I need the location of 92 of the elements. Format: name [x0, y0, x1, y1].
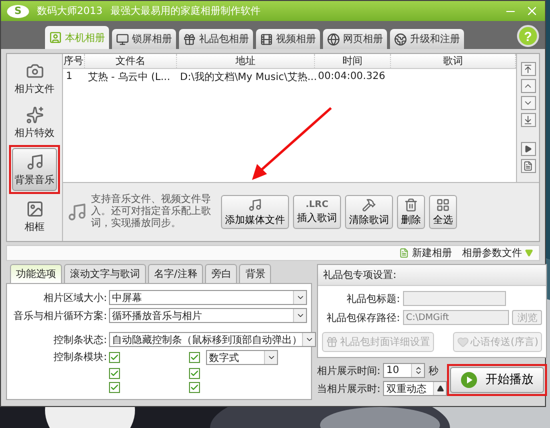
caret-icon: [266, 353, 276, 362]
unit-label: 秒: [428, 364, 438, 378]
caret-icon: [304, 335, 314, 344]
sidebar-item[interactable]: 相片文件: [9, 57, 60, 100]
field-label: 当相片展示时:: [317, 382, 380, 396]
tab[interactable]: 礼品包相册: [179, 29, 253, 49]
grid-icon: [436, 198, 450, 212]
field-label: 音乐与相片循环方案:: [12, 310, 107, 322]
field-label: 相片展示时间:: [317, 364, 380, 378]
tab[interactable]: 锁屏相册: [112, 29, 176, 49]
sidebar-item[interactable]: 相片特效: [9, 101, 60, 144]
trash-icon: [404, 198, 418, 212]
tab[interactable]: 网页相册: [323, 29, 387, 49]
checkbox[interactable]: [189, 368, 200, 379]
column-header: 地址: [177, 54, 315, 68]
move-bottom-button[interactable]: [520, 113, 536, 127]
field-label: 相片区域大小:: [42, 292, 107, 304]
sparkles-icon: [26, 106, 44, 124]
field-label: 礼品包保存路径:: [326, 312, 400, 324]
start-button[interactable]: 开始播放: [450, 366, 544, 392]
toolbar-button[interactable]: 清除歌词: [345, 195, 393, 229]
arrow-down-bar-icon: [523, 115, 533, 125]
gift-icon: [183, 32, 196, 46]
caret-icon: [525, 249, 533, 257]
document-icon: [523, 161, 533, 171]
play-button[interactable]: [520, 142, 536, 156]
table-cell-text: 1: [65, 71, 74, 82]
landscape-icon: [26, 200, 44, 218]
move-top-button[interactable]: [520, 62, 536, 76]
music-note-icon: [248, 198, 262, 212]
table-cell-text: 00:04:00.326: [317, 71, 386, 82]
sidebar-item[interactable]: 背景音乐: [12, 148, 57, 191]
column-header: 文件名: [85, 54, 177, 68]
camera-icon: [26, 62, 44, 80]
play-icon: [524, 145, 532, 153]
document-button[interactable]: [520, 159, 536, 173]
window-title: 数码大师2013: [37, 4, 102, 18]
sidebar-item[interactable]: 相框: [9, 195, 60, 238]
checkbox[interactable]: [109, 368, 120, 379]
person-icon: [49, 31, 62, 44]
document-icon: [399, 248, 409, 258]
field-label: 控制条模块:: [52, 350, 107, 364]
checkbox[interactable]: [109, 382, 120, 393]
table-cell-text: 艾热 - 乌云中 (L...: [87, 70, 172, 84]
hint-text: 支持音乐文件、视频文件导入。还可对指定音乐配上歌词，实现播放同步。: [91, 194, 212, 230]
music-note-icon: [26, 153, 44, 171]
tab[interactable]: 升级和注册: [390, 29, 464, 49]
caret-icon: [436, 385, 444, 392]
option-tab[interactable]: 功能选项: [10, 264, 62, 283]
monitor-icon: [116, 32, 129, 46]
dropdown[interactable]: 双重动态: [383, 381, 448, 396]
move-down-button[interactable]: [520, 96, 536, 110]
hammer-icon: [362, 198, 376, 212]
option-tab[interactable]: 滚动文字与歌词: [64, 264, 146, 283]
dropdown[interactable]: 中屏幕: [109, 290, 307, 305]
toolbar-button[interactable]: 删除: [397, 195, 425, 229]
tab[interactable]: 视频相册: [256, 29, 320, 49]
column-header: 序号: [63, 54, 85, 68]
new-album-button[interactable]: 新建相册: [399, 246, 452, 260]
arrow-up-bar-icon: [523, 64, 533, 74]
checkbox[interactable]: [109, 352, 120, 363]
window-subtitle: 最强大最易用的家庭相册制作软件: [110, 4, 260, 18]
earth-icon: [394, 32, 407, 46]
dropdown[interactable]: 数字式: [206, 350, 278, 365]
number-spinner[interactable]: 10: [383, 363, 426, 378]
dropdown[interactable]: 循环播放音乐与相片: [109, 308, 307, 323]
music-note-icon: [67, 202, 87, 222]
play-icon: [461, 372, 478, 388]
film-icon: [260, 32, 273, 46]
column-header: 歌词: [391, 54, 516, 68]
dropdown[interactable]: 自动隐藏控制条（鼠标移到顶部自动弹出）: [109, 332, 316, 347]
move-up-button[interactable]: [520, 79, 536, 93]
column-header: 时间: [315, 54, 391, 68]
toolbar-button[interactable]: 添加媒体文件: [221, 195, 289, 229]
toolbar-button[interactable]: .LRC 插入歌词: [293, 195, 341, 229]
field-label: 控制条状态:: [52, 334, 107, 346]
option-tab[interactable]: 旁白: [205, 264, 238, 283]
panel-title: 礼品包专项设置:: [318, 265, 546, 286]
close-icon[interactable]: [525, 4, 539, 18]
table-cell-text: D:\我的文档\My Music\艾热...: [179, 70, 315, 84]
field-label: 礼品包标题:: [346, 292, 400, 306]
heart-icon: [456, 336, 469, 348]
option-tab[interactable]: 背景: [239, 264, 272, 283]
gift-icon: [326, 336, 338, 348]
option-tab[interactable]: 名字/注释: [148, 264, 204, 283]
checkbox[interactable]: [189, 382, 200, 393]
checkbox[interactable]: [189, 352, 200, 363]
param-file-menu[interactable]: 相册参数文件: [462, 246, 533, 260]
toolbar-button[interactable]: 全选: [429, 195, 457, 229]
logo: S: [7, 4, 29, 18]
spin-arrows-icon: [414, 366, 423, 375]
globe-icon: [327, 32, 340, 46]
